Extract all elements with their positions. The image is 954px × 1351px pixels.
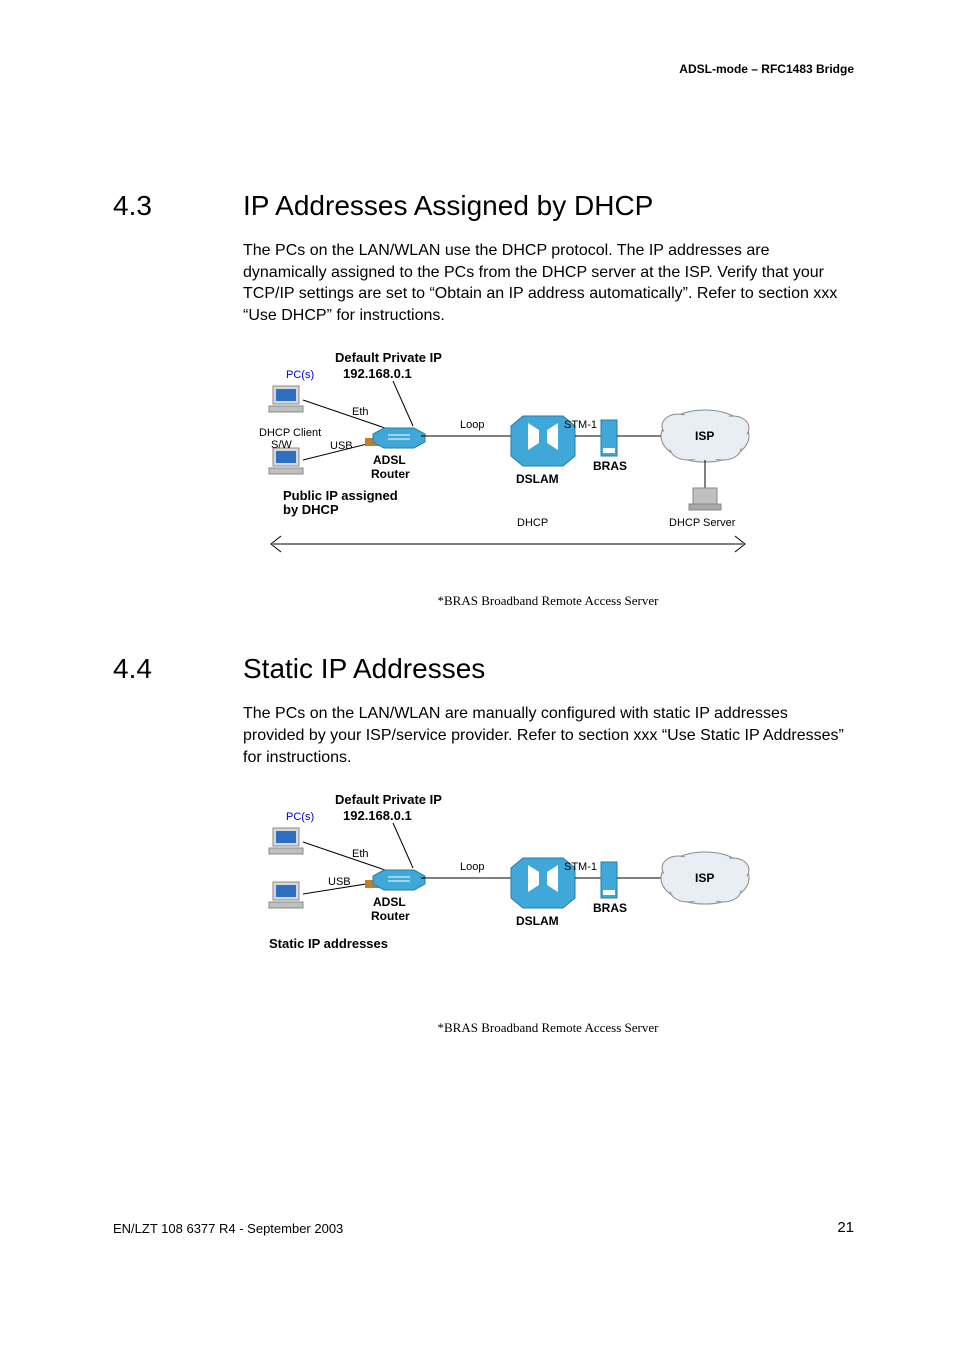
label-dhcp-client: DHCP Client [259,427,321,439]
label-dhcp: DHCP [517,517,548,529]
label-router: Router [371,909,410,923]
page-content: 4.3 IP Addresses Assigned by DHCP The PC… [113,190,853,1080]
section-heading-4-3: 4.3 IP Addresses Assigned by DHCP [113,190,853,222]
label-default-ip-title: Default Private IP [335,792,442,807]
label-public-ip-1: Public IP assigned [283,488,398,503]
section-title: Static IP Addresses [243,653,485,685]
label-isp: ISP [695,871,714,885]
label-pcs: PC(s) [286,369,314,381]
adsl-router-icon [365,428,425,448]
label-isp: ISP [695,429,714,443]
figure-dhcp: Default Private IP 192.168.0.1 PC(s) Eth [243,348,853,583]
figure-static: Default Private IP 192.168.0.1 PC(s) Eth… [243,790,853,970]
label-eth: Eth [352,406,369,418]
label-loop: Loop [460,419,484,431]
label-stm1: STM-1 [564,861,597,873]
label-dhcp-client-sw: S/W [271,439,292,451]
footer-page-number: 21 [837,1219,854,1236]
label-adsl: ADSL [373,453,406,467]
label-usb: USB [328,876,351,888]
label-static-ip: Static IP addresses [269,936,388,951]
section-body: The PCs on the LAN/WLAN use the DHCP pro… [243,240,853,326]
label-bras: BRAS [593,901,627,915]
label-router: Router [371,467,410,481]
label-loop: Loop [460,861,484,873]
bras-icon [601,862,617,898]
section-heading-4-4: 4.4 Static IP Addresses [113,653,853,685]
pc-icon [269,448,303,474]
label-usb: USB [330,440,353,452]
adsl-router-icon [365,870,425,890]
bras-icon [601,420,617,456]
label-dhcp-server: DHCP Server [669,517,736,529]
pc-icon [269,828,303,854]
section-number: 4.3 [113,190,243,222]
figure-footnote: *BRAS Broadband Remote Access Server [243,1020,853,1036]
figure-footnote: *BRAS Broadband Remote Access Server [243,593,853,609]
pc-icon [269,882,303,908]
footer-doc-id: EN/LZT 108 6377 R4 - September 2003 [113,1221,343,1236]
label-pcs: PC(s) [286,811,314,823]
label-eth: Eth [352,848,369,860]
section-number: 4.4 [113,653,243,685]
label-default-ip: 192.168.0.1 [343,366,412,381]
label-bras: BRAS [593,459,627,473]
section-body: The PCs on the LAN/WLAN are manually con… [243,703,853,768]
section-title: IP Addresses Assigned by DHCP [243,190,653,222]
label-dslam: DSLAM [516,914,559,928]
pc-icon [269,386,303,412]
label-public-ip-2: by DHCP [283,502,339,517]
label-default-ip-title: Default Private IP [335,350,442,365]
label-adsl: ADSL [373,895,406,909]
label-dslam: DSLAM [516,472,559,486]
header-right: ADSL-mode – RFC1483 Bridge [679,62,854,76]
label-default-ip: 192.168.0.1 [343,808,412,823]
server-icon [689,488,721,510]
label-stm1: STM-1 [564,419,597,431]
